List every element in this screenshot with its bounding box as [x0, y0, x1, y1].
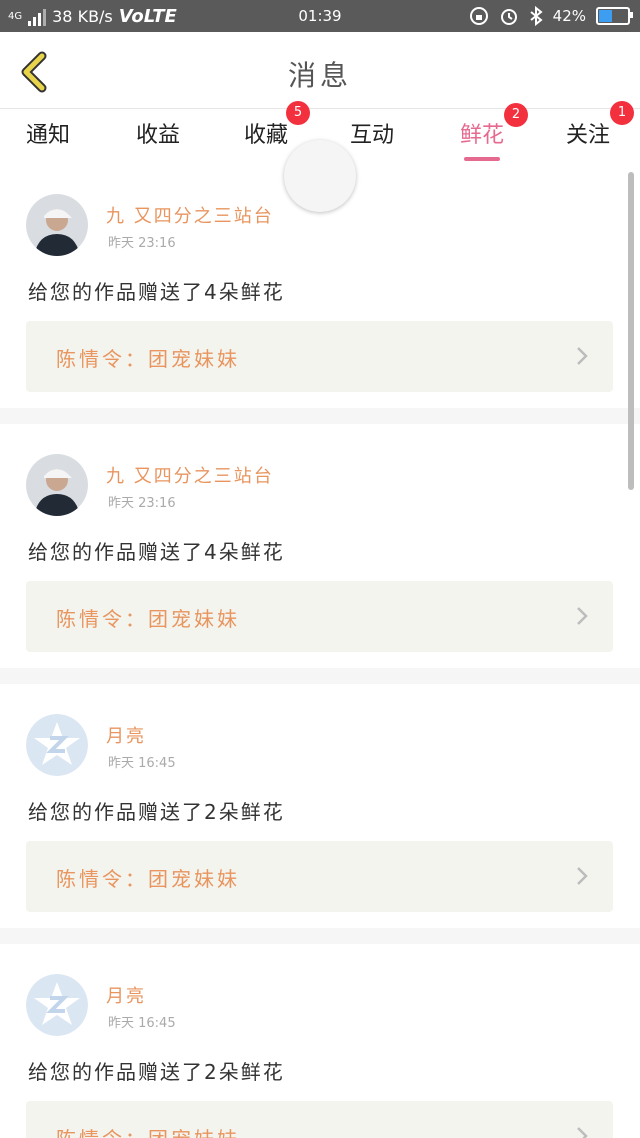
work-title: 陈情令：团宠妹妹	[56, 867, 240, 891]
tab-label: 收益	[136, 123, 181, 148]
lock-rotation-icon	[469, 7, 488, 25]
battery-percent: 42%	[552, 7, 586, 25]
tab-notifications[interactable]: 通知	[26, 117, 70, 149]
list-item[interactable]: 月亮 昨天 16:45 给您的作品赠送了2朵鲜花 陈情令：团宠妹妹	[0, 944, 640, 1138]
tab-label: 通知	[26, 123, 71, 148]
battery-icon	[596, 7, 633, 25]
default-avatar-icon	[26, 714, 88, 776]
alarm-icon	[500, 9, 517, 25]
bluetooth-icon	[530, 6, 543, 26]
user-photo-icon	[26, 194, 88, 256]
avatar[interactable]	[26, 454, 88, 516]
tab-label: 收藏	[244, 123, 289, 148]
avatar[interactable]	[26, 974, 88, 1036]
work-link[interactable]: 陈情令：团宠妹妹	[26, 321, 613, 392]
tab-flowers[interactable]: 鲜花	[460, 117, 505, 161]
status-bar: 4G 38 KB/s VoLTE 01:39 42%	[0, 0, 640, 32]
message-list[interactable]: 九 又四分之三站台 昨天 23:16 给您的作品赠送了4朵鲜花 陈情令：团宠妹妹…	[0, 164, 640, 1138]
work-title: 陈情令：团宠妹妹	[56, 1123, 240, 1138]
flowers-badge: 2	[504, 103, 528, 127]
username[interactable]: 月亮	[106, 722, 146, 748]
page-title: 消息	[287, 59, 352, 92]
header: 消息	[0, 32, 640, 109]
message-text: 给您的作品赠送了2朵鲜花	[28, 1060, 285, 1084]
tab-earnings[interactable]: 收益	[136, 117, 180, 149]
avatar[interactable]	[26, 194, 88, 256]
username[interactable]: 九 又四分之三站台	[106, 202, 274, 228]
tab-label: 互动	[350, 123, 395, 148]
message-text: 给您的作品赠送了4朵鲜花	[28, 540, 285, 564]
message-time: 昨天 16:45	[108, 756, 176, 771]
message-text: 给您的作品赠送了2朵鲜花	[28, 800, 285, 824]
list-item[interactable]: 月亮 昨天 16:45 给您的作品赠送了2朵鲜花 陈情令：团宠妹妹	[0, 684, 640, 928]
work-link[interactable]: 陈情令：团宠妹妹	[26, 581, 613, 652]
message-time: 昨天 23:16	[108, 236, 176, 251]
tab-label: 关注	[566, 123, 611, 148]
tab-favorites[interactable]: 收藏	[244, 117, 288, 149]
username[interactable]: 月亮	[106, 982, 146, 1008]
tab-following[interactable]: 关注	[566, 117, 610, 149]
message-time: 昨天 16:45	[108, 1016, 176, 1031]
work-link[interactable]: 陈情令：团宠妹妹	[26, 1101, 613, 1138]
work-title: 陈情令：团宠妹妹	[56, 607, 240, 631]
work-title: 陈情令：团宠妹妹	[56, 347, 240, 371]
user-photo-icon	[26, 454, 88, 516]
message-text: 给您的作品赠送了4朵鲜花	[28, 280, 285, 304]
floating-assist-button[interactable]	[284, 140, 356, 212]
list-item[interactable]: 九 又四分之三站台 昨天 23:16 给您的作品赠送了4朵鲜花 陈情令：团宠妹妹	[0, 424, 640, 668]
chevron-right-icon	[577, 1127, 588, 1138]
active-tab-indicator	[464, 157, 501, 161]
work-link[interactable]: 陈情令：团宠妹妹	[26, 841, 613, 912]
tab-interactions[interactable]: 互动	[350, 117, 394, 149]
chevron-right-icon	[577, 347, 588, 365]
scrollbar[interactable]	[628, 172, 634, 490]
favorites-badge: 5	[286, 101, 310, 125]
avatar[interactable]	[26, 714, 88, 776]
chevron-right-icon	[577, 867, 588, 885]
default-avatar-icon	[26, 974, 88, 1036]
tab-label: 鲜花	[460, 123, 505, 148]
username[interactable]: 九 又四分之三站台	[106, 462, 274, 488]
following-badge: 1	[610, 101, 634, 125]
status-right: 42%	[469, 6, 633, 26]
message-time: 昨天 23:16	[108, 496, 176, 511]
chevron-right-icon	[577, 607, 588, 625]
